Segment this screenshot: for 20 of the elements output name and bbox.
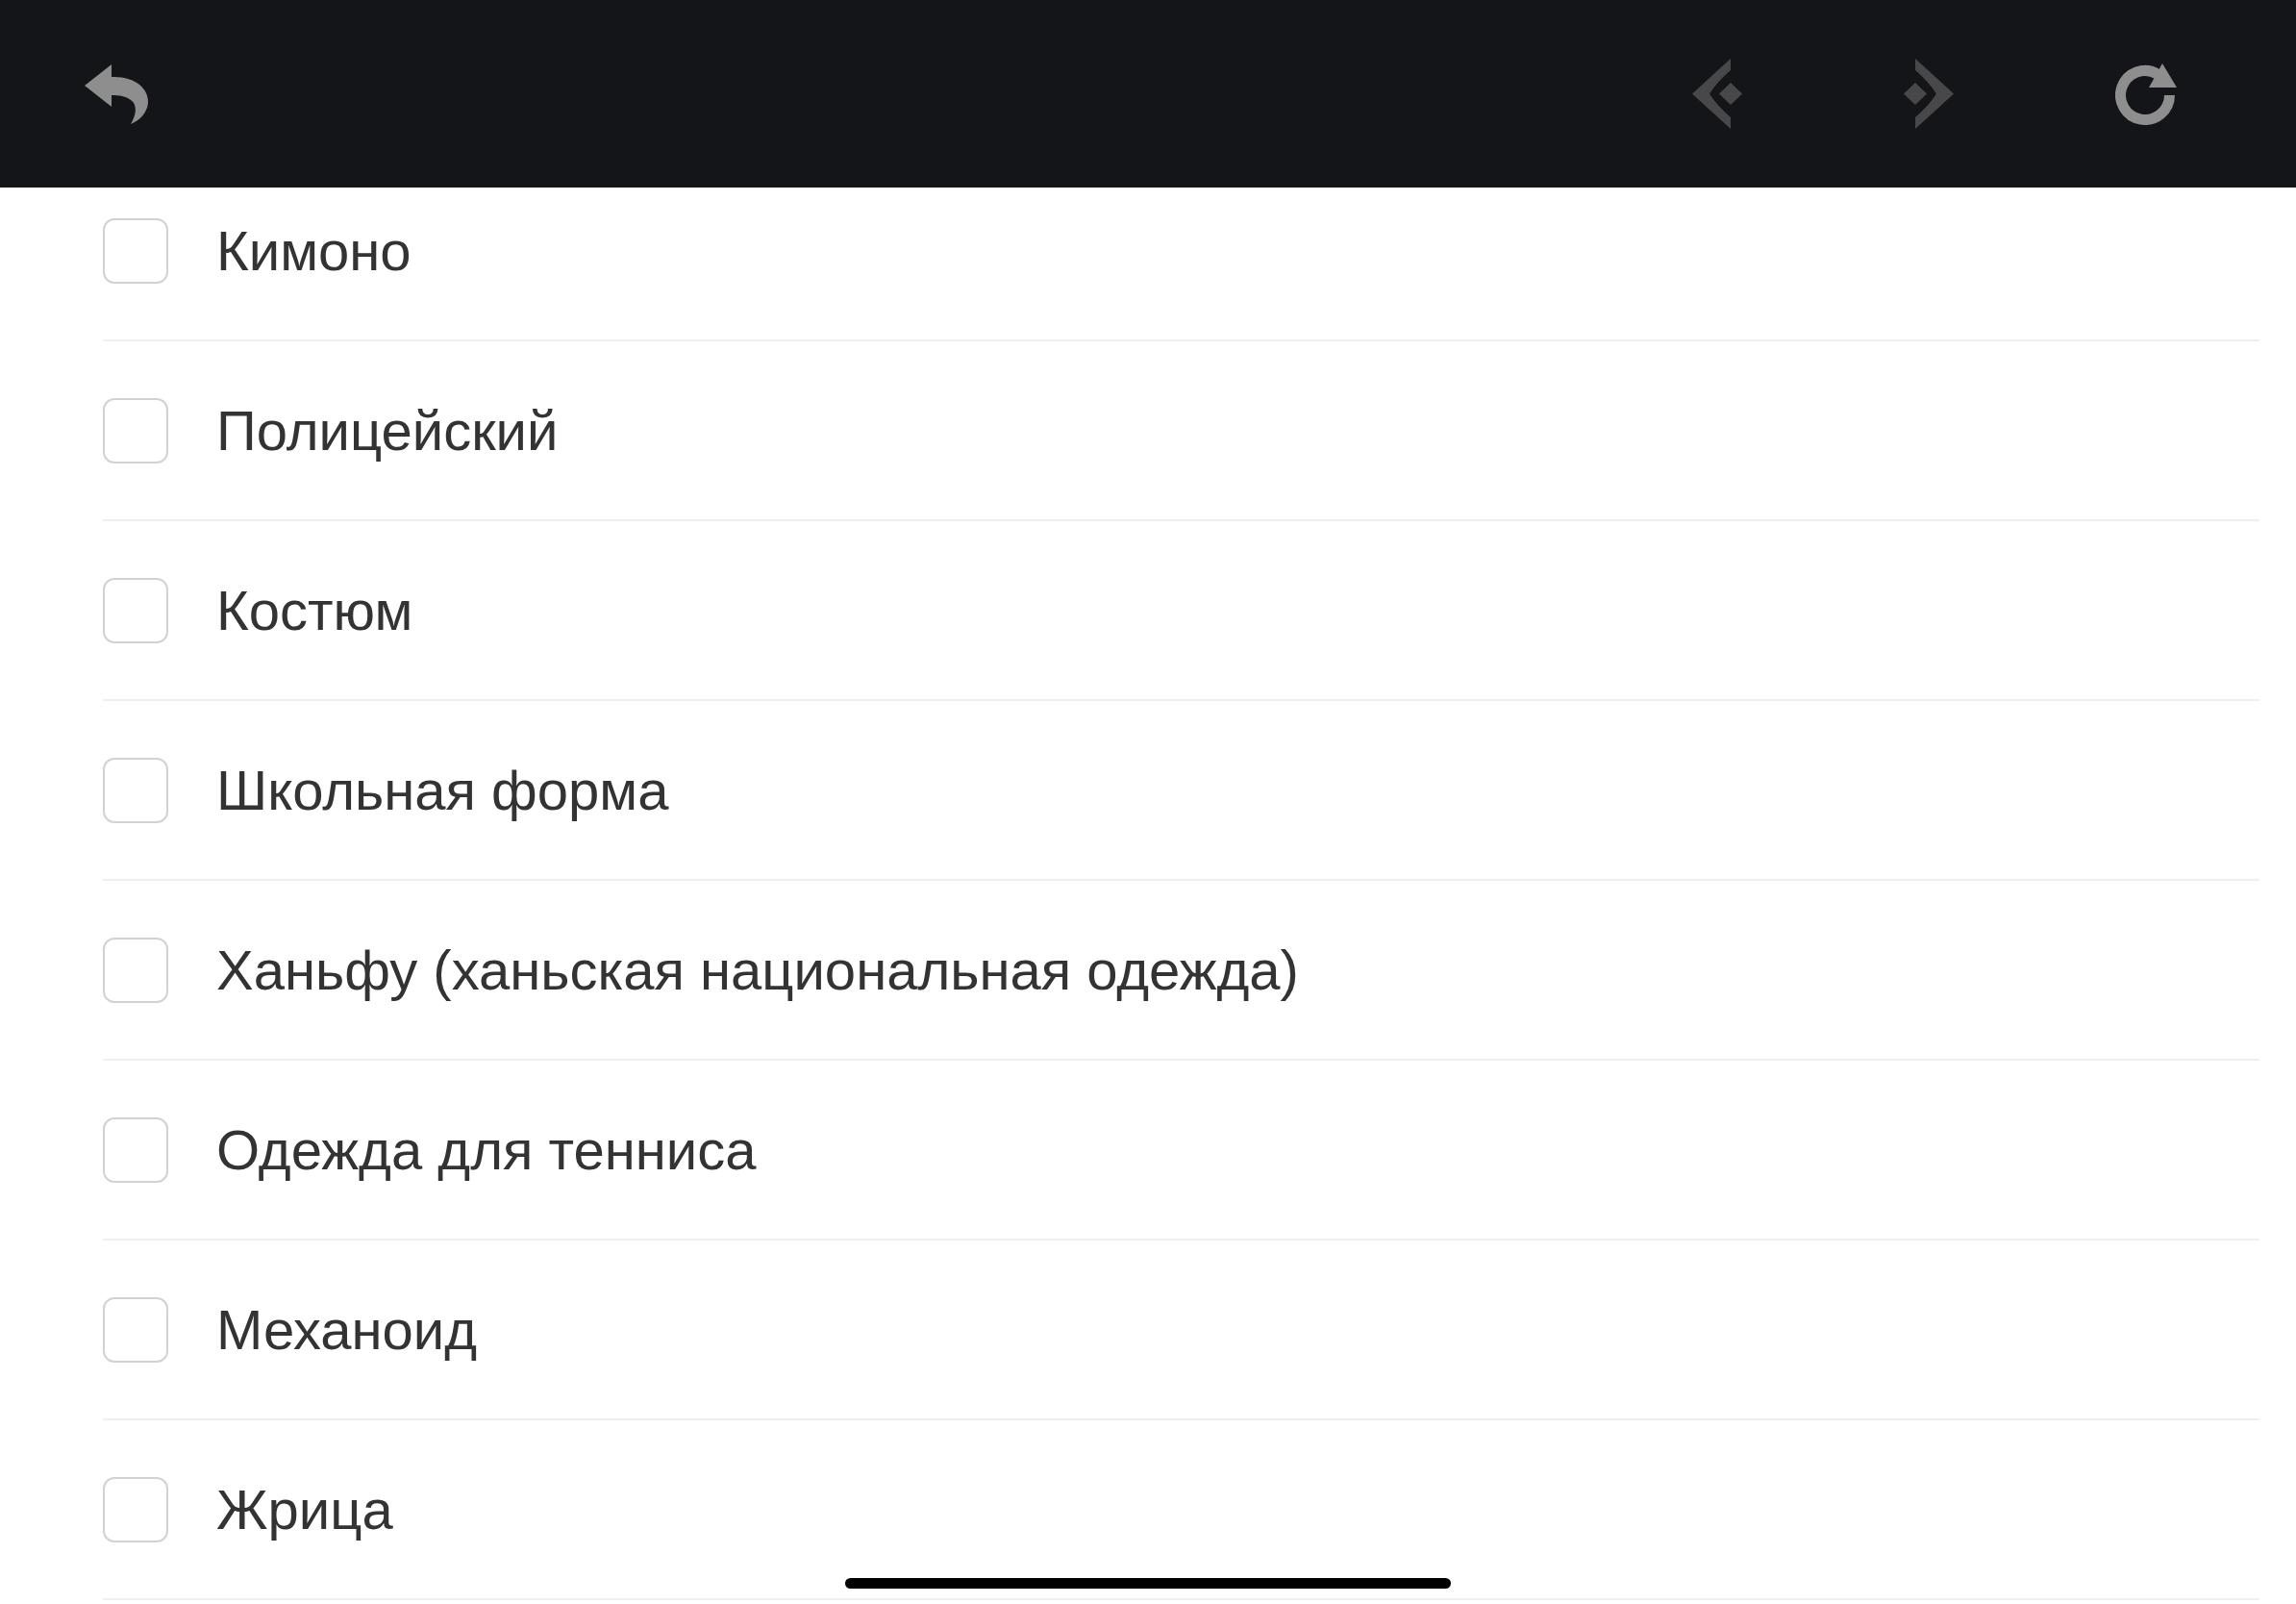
reload-icon [2115, 63, 2177, 125]
back-arrow-icon [85, 63, 149, 124]
checkbox[interactable] [103, 1296, 168, 1363]
option-label: Ханьфу (ханьская национальная одежда) [216, 937, 1299, 1003]
checkbox[interactable] [103, 217, 168, 284]
checkbox[interactable] [103, 1116, 168, 1183]
option-label: Кимоно [216, 217, 412, 284]
option-label: Школьная форма [216, 757, 669, 823]
checkbox[interactable] [103, 757, 168, 823]
checkbox[interactable] [103, 937, 168, 1003]
option-label: Полицейский [216, 397, 559, 464]
option-label: Одежда для тенниса [216, 1116, 757, 1183]
checkbox[interactable] [103, 397, 168, 464]
option-label: Костюм [216, 577, 413, 643]
option-label: Механоид [216, 1296, 478, 1363]
next-icon [1904, 59, 1954, 129]
checkbox[interactable] [103, 1476, 168, 1542]
previous-icon [1692, 59, 1742, 129]
checkbox[interactable] [103, 577, 168, 643]
option-label: Жрица [216, 1476, 393, 1542]
